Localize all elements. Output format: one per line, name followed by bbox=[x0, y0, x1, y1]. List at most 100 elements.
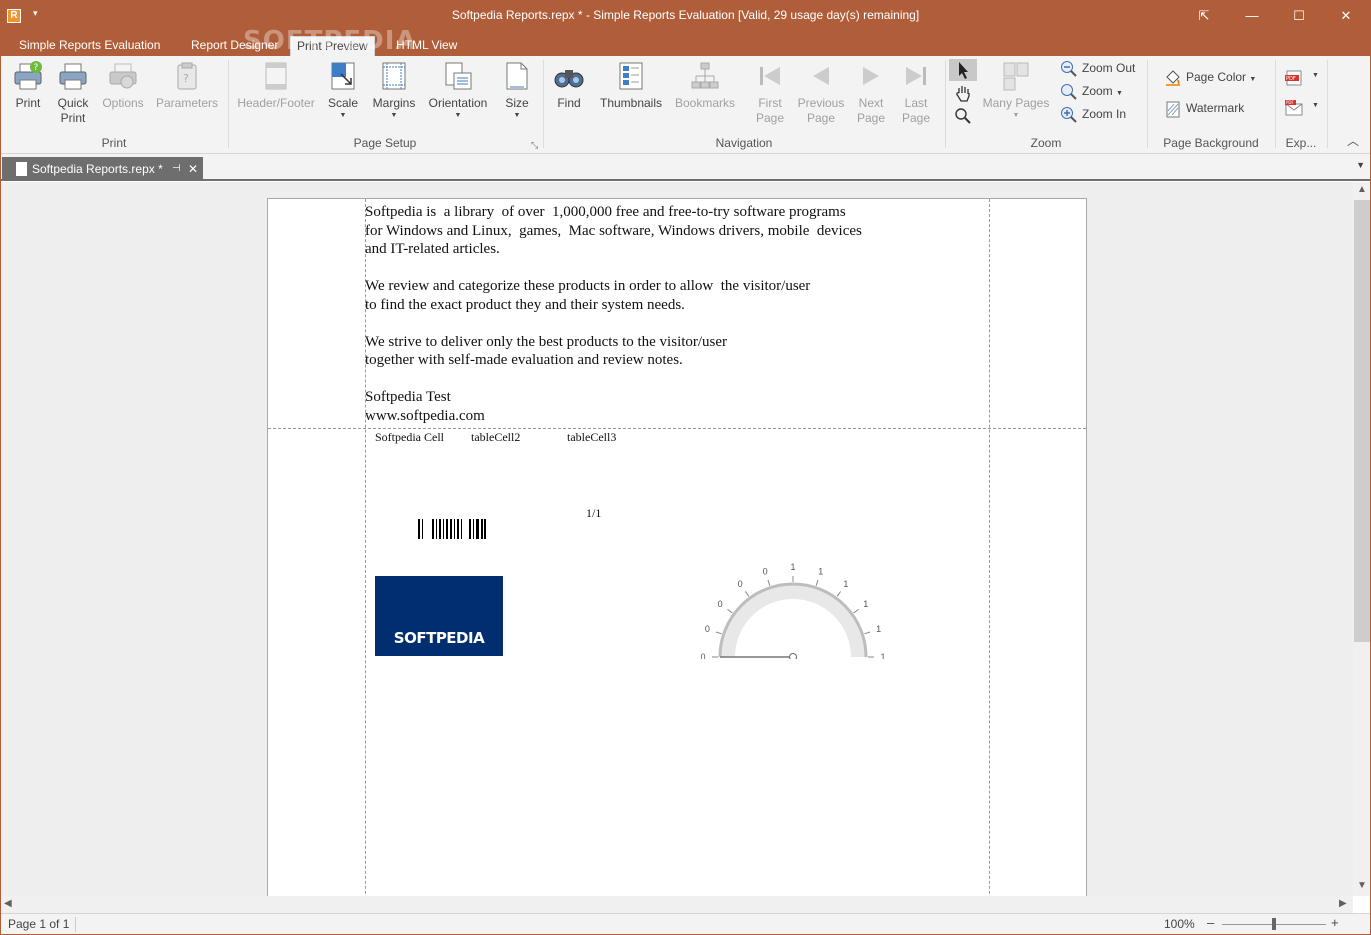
close-button[interactable]: ✕ bbox=[1323, 0, 1369, 32]
thumbnails-label: Thumbnails bbox=[599, 96, 663, 110]
ribbon-separator bbox=[945, 60, 946, 148]
watermark-button[interactable]: Watermark bbox=[1164, 98, 1244, 118]
header-footer-button[interactable]: Header/Footer bbox=[235, 60, 317, 111]
margins-label: Margins bbox=[372, 96, 416, 110]
band-separator-guide bbox=[268, 428, 1086, 429]
gauge-label: 1 bbox=[790, 562, 795, 572]
document-tab-strip: Softpedia Reports.repx * ⊣ ✕ ▼ bbox=[0, 154, 1371, 181]
svg-text:?: ? bbox=[34, 63, 39, 73]
maximize-button[interactable]: ☐ bbox=[1276, 0, 1322, 32]
document-tab[interactable]: Softpedia Reports.repx * ⊣ ✕ bbox=[2, 157, 203, 181]
gauge-label: 1 bbox=[863, 599, 868, 609]
orientation-button[interactable]: Orientation ▼ bbox=[426, 60, 490, 121]
pointer-icon bbox=[959, 62, 968, 79]
print-preview-area[interactable]: Softpedia is a library of over 1,000,000… bbox=[0, 182, 1353, 896]
zoom-dropdown-icon: ▼ bbox=[1116, 90, 1123, 97]
last-page-label-1: Last bbox=[904, 96, 928, 110]
ribbon-separator bbox=[1147, 60, 1148, 148]
options-button[interactable]: Options bbox=[101, 60, 145, 111]
hand-icon bbox=[956, 86, 970, 102]
status-separator bbox=[75, 917, 76, 932]
pointer-tool-button[interactable] bbox=[949, 59, 977, 81]
size-label: Size bbox=[505, 96, 529, 110]
zoom-in-button[interactable]: Zoom In bbox=[1060, 104, 1126, 124]
previous-page-label-2: Page bbox=[806, 111, 836, 125]
size-button[interactable]: Size ▼ bbox=[500, 60, 534, 121]
gauge-hub bbox=[789, 653, 797, 659]
margins-button[interactable]: Margins ▼ bbox=[370, 60, 418, 121]
print-label: Print bbox=[15, 96, 41, 110]
scroll-left-icon[interactable]: ◀ bbox=[4, 898, 12, 909]
many-pages-button[interactable]: Many Pages ▼ bbox=[982, 60, 1050, 121]
first-page-button[interactable]: First Page bbox=[754, 60, 786, 126]
pin-icon[interactable]: ⊣ bbox=[172, 157, 181, 181]
find-label: Find bbox=[557, 96, 581, 110]
vertical-scroll-thumb[interactable] bbox=[1354, 200, 1370, 642]
scroll-right-icon[interactable]: ▶ bbox=[1339, 898, 1347, 909]
quick-print-button[interactable]: Quick Print bbox=[54, 60, 92, 126]
scale-button[interactable]: Scale ▼ bbox=[325, 60, 361, 121]
status-page-indicator: Page 1 of 1 bbox=[8, 917, 70, 931]
svg-text:PDF: PDF bbox=[1286, 76, 1296, 82]
scroll-up-icon[interactable]: ▲ bbox=[1357, 184, 1367, 195]
bookmarks-label: Bookmarks bbox=[674, 96, 736, 110]
softpedia-logo-text: SOFTPEDIA bbox=[393, 629, 485, 647]
bookmarks-button[interactable]: Bookmarks bbox=[673, 60, 737, 111]
email-pdf-dropdown-icon: ▼ bbox=[1312, 102, 1319, 109]
scroll-down-icon[interactable]: ▼ bbox=[1357, 880, 1367, 891]
softpedia-logo-image: SOFTPEDIA bbox=[375, 576, 503, 656]
export-pdf-button[interactable]: PDF ▼ bbox=[1284, 68, 1322, 88]
email-pdf-icon: PDF bbox=[1285, 100, 1303, 116]
email-pdf-button[interactable]: PDF ▼ bbox=[1284, 98, 1322, 118]
ribbon-separator bbox=[1275, 60, 1276, 148]
tab-simple-reports-evaluation[interactable]: Simple Reports Evaluation bbox=[13, 36, 166, 56]
window-title: Softpedia Reports.repx * - Simple Report… bbox=[451, 8, 920, 22]
ribbon-separator bbox=[228, 60, 229, 148]
tabs-dropdown-icon[interactable]: ▼ bbox=[1356, 160, 1365, 170]
ribbon-display-options-button[interactable]: ⇱ bbox=[1181, 0, 1227, 32]
zoom-group-label: Zoom bbox=[1030, 136, 1062, 150]
magnifier-tool-button[interactable] bbox=[953, 106, 973, 126]
zoom-button[interactable]: Zoom ▼ bbox=[1060, 81, 1123, 101]
gauge-label: 0 bbox=[700, 652, 705, 659]
page-background-group-label: Page Background bbox=[1163, 136, 1259, 150]
zoom-increase-button[interactable]: + bbox=[1331, 915, 1339, 930]
watermark-label: Watermark bbox=[1186, 101, 1245, 115]
orientation-dropdown-icon: ▼ bbox=[454, 112, 462, 119]
zoom-out-button[interactable]: Zoom Out bbox=[1060, 58, 1135, 78]
gauge-label: 0 bbox=[763, 566, 768, 576]
zoom-in-label: Zoom In bbox=[1082, 107, 1127, 121]
gauge-label: 0 bbox=[705, 624, 710, 634]
paint-bucket-icon bbox=[1166, 70, 1180, 86]
report-page: Softpedia is a library of over 1,000,000… bbox=[267, 198, 1087, 896]
page-setup-dialog-launcher-icon[interactable]: ⤡ bbox=[531, 140, 538, 151]
next-page-button[interactable]: Next Page bbox=[855, 60, 887, 126]
gauge-tick bbox=[744, 591, 750, 597]
gauge-label: 1 bbox=[818, 566, 823, 576]
gauge-label: 1 bbox=[880, 652, 885, 659]
previous-page-button[interactable]: Previous Page bbox=[797, 60, 845, 126]
horizontal-scrollbar[interactable]: ◀ ▶ bbox=[0, 896, 1353, 913]
thumbnails-button[interactable]: Thumbnails bbox=[597, 60, 665, 111]
next-page-label-2: Page bbox=[856, 111, 886, 125]
zoom-slider-thumb[interactable] bbox=[1272, 918, 1276, 930]
close-tab-icon[interactable]: ✕ bbox=[188, 157, 198, 181]
bookmarks-tree-icon bbox=[691, 62, 719, 89]
parameters-button[interactable]: ? Parameters bbox=[155, 60, 219, 111]
page-color-button[interactable]: Page Color ▼ bbox=[1164, 67, 1256, 87]
right-margin-guide bbox=[989, 199, 990, 896]
print-button[interactable]: ? Print bbox=[10, 60, 46, 111]
last-page-button[interactable]: Last Page bbox=[900, 60, 932, 126]
pdf-export-icon: PDF bbox=[1285, 70, 1302, 86]
table-cell-1: Softpedia Cell bbox=[375, 430, 444, 444]
minimize-button[interactable]: — bbox=[1229, 0, 1275, 32]
quick-print-label-1: Quick bbox=[57, 96, 89, 110]
gauge-frame bbox=[718, 582, 868, 658]
collapse-ribbon-icon[interactable]: ︿ bbox=[1347, 132, 1359, 149]
scale-icon bbox=[331, 62, 355, 90]
barcode-icon bbox=[418, 519, 486, 539]
magnifier-icon bbox=[955, 108, 971, 124]
hand-tool-button[interactable] bbox=[953, 83, 973, 103]
find-button[interactable]: Find bbox=[552, 60, 586, 111]
zoom-decrease-button[interactable]: – bbox=[1207, 915, 1214, 930]
